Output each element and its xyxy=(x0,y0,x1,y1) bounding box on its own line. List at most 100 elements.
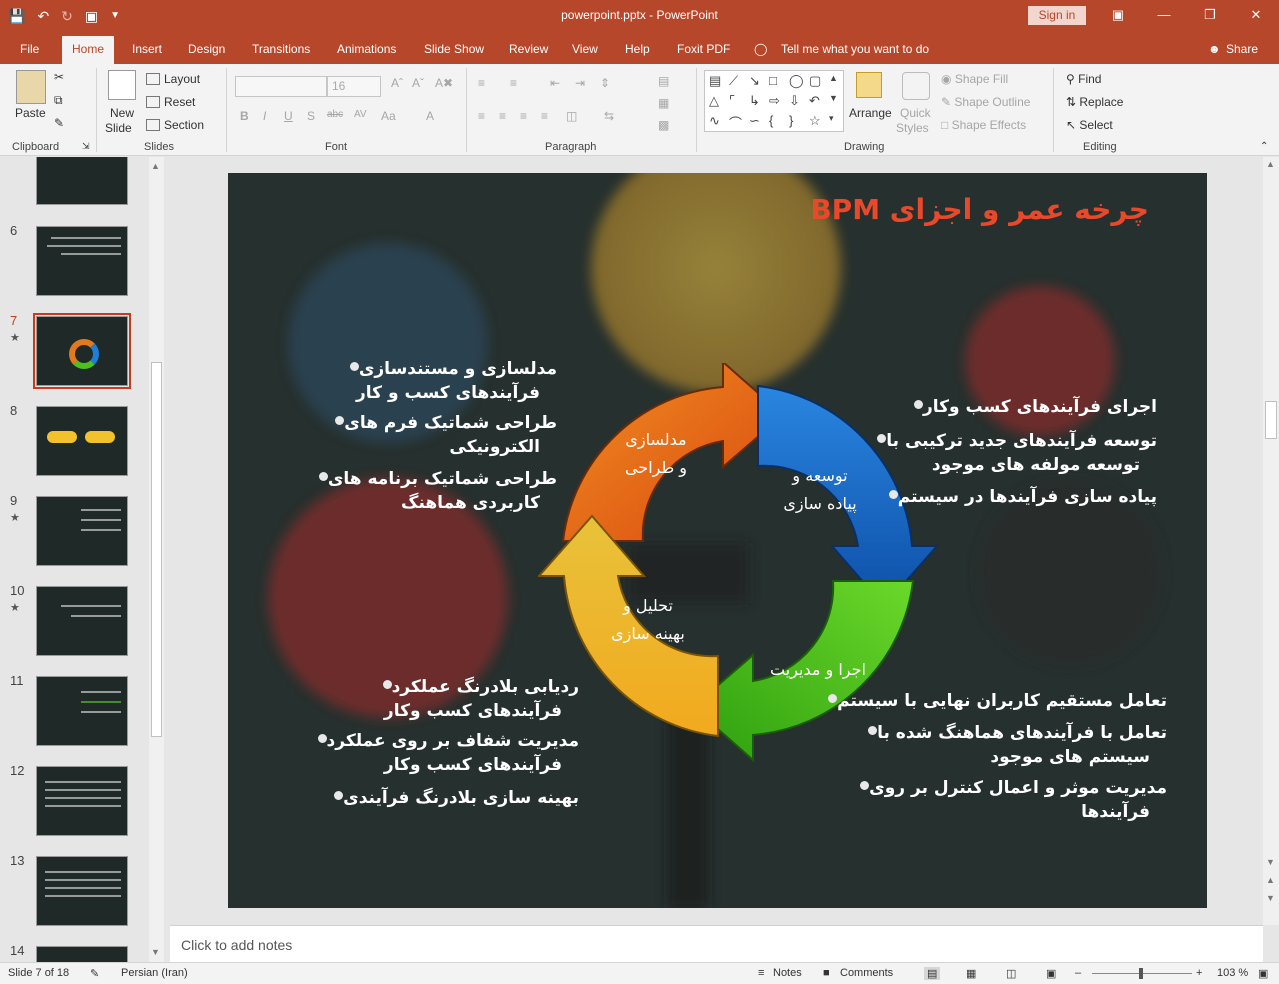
clipboard-launcher-icon[interactable]: ⇲ xyxy=(82,141,90,152)
bullet-item[interactable]: پیاده سازی فرآیندها در سیستم xyxy=(881,485,1157,509)
arrow-line-shape-icon[interactable]: ↘ xyxy=(749,73,760,89)
change-case-icon[interactable]: Aa xyxy=(381,109,396,123)
tab-slide-show[interactable]: Slide Show xyxy=(424,42,484,56)
gallery-scroll-up-icon[interactable]: ▲ xyxy=(829,73,838,83)
align-left-icon[interactable]: ≡ xyxy=(478,109,485,123)
ribbon-display-options-icon[interactable]: ▣ xyxy=(1095,0,1141,30)
bullet-item[interactable]: مدیریت شفاف بر روی عملکرد فرآیندهای کسب … xyxy=(310,729,579,777)
triangle-shape-icon[interactable]: △ xyxy=(709,93,719,109)
zoom-slider-thumb[interactable] xyxy=(1139,968,1143,979)
convert-smartart-icon[interactable]: ▩ xyxy=(658,118,669,132)
freeform-shape-icon[interactable]: ∿ xyxy=(709,113,720,129)
scroll-thumb[interactable] xyxy=(1265,401,1277,439)
numbering-icon[interactable]: ≡ xyxy=(510,76,517,90)
gallery-more-icon[interactable]: ▾ xyxy=(829,113,834,124)
align-center-icon[interactable]: ≡ xyxy=(499,109,506,123)
elbow-connector-icon[interactable]: ⌜ xyxy=(729,93,735,109)
line-spacing-icon[interactable]: ⇕ xyxy=(600,76,610,90)
paste-icon[interactable] xyxy=(16,70,46,104)
previous-slide-icon[interactable]: ▲ xyxy=(1266,875,1275,885)
down-arrow-shape-icon[interactable]: ⇩ xyxy=(789,93,800,109)
italic-icon[interactable]: I xyxy=(263,109,266,123)
copy-icon[interactable]: ⧉ xyxy=(54,93,63,108)
language-indicator[interactable]: Persian (Iran) xyxy=(121,967,188,979)
next-slide-icon[interactable]: ▼ xyxy=(1266,893,1275,903)
slide-thumbnail-12[interactable] xyxy=(36,766,128,836)
tab-design[interactable]: Design xyxy=(188,42,225,56)
shapes-gallery[interactable]: ▤ ⟋ ↘ □ ◯ ▢ △ ⌜ ↳ ⇨ ⇩ ↶ ∿ ⌒ ∽ { } ☆ ▲ ▼ … xyxy=(704,70,844,132)
shape-effects-button[interactable]: □ Shape Effects xyxy=(941,118,1026,132)
notes-pane[interactable]: Click to add notes xyxy=(170,925,1263,962)
reset-button[interactable]: Reset xyxy=(146,95,195,109)
find-button[interactable]: ⚲ Find xyxy=(1066,72,1101,86)
decrease-font-icon[interactable]: Aˇ xyxy=(412,76,424,90)
spelling-icon[interactable]: ✎ xyxy=(90,967,99,980)
current-slide[interactable]: چرخه عمر و اجزای BPM مدلسازی و طراحی توس… xyxy=(228,173,1207,908)
replace-button[interactable]: ⇅ Replace xyxy=(1066,95,1123,109)
justify-icon[interactable]: ≡ xyxy=(541,109,548,123)
slide-thumbnail-6[interactable] xyxy=(36,226,128,296)
bullets-icon[interactable]: ≡ xyxy=(478,76,485,90)
columns-icon[interactable]: ◫ xyxy=(566,109,577,123)
bullet-item[interactable]: تعامل با فرآیندهای هماهنگ شده با سیستم ه… xyxy=(860,721,1167,769)
decrease-indent-icon[interactable]: ⇤ xyxy=(550,76,560,90)
bold-icon[interactable]: B xyxy=(240,109,249,123)
quick-styles-icon[interactable] xyxy=(902,72,930,100)
text-box-shape-icon[interactable]: ▤ xyxy=(709,73,721,89)
bullet-item[interactable]: بهینه سازی بلادرنگ فرآیندی xyxy=(326,786,579,810)
bullet-item[interactable]: طراحی شماتیک برنامه های کاربردی هماهنگ xyxy=(311,467,557,515)
paste-button[interactable]: Paste xyxy=(15,106,46,120)
tab-file[interactable]: File xyxy=(20,42,39,56)
elbow-arrow-icon[interactable]: ↳ xyxy=(749,93,760,109)
clear-formatting-icon[interactable]: A✖ xyxy=(435,76,453,90)
new-slide-button[interactable]: New xyxy=(110,106,134,120)
tab-animations[interactable]: Animations xyxy=(337,42,396,56)
right-brace-shape-icon[interactable]: } xyxy=(789,113,793,128)
zoom-out-icon[interactable]: – xyxy=(1075,967,1081,979)
star-shape-icon[interactable]: ☆ xyxy=(809,113,821,129)
gallery-scroll-down-icon[interactable]: ▼ xyxy=(829,93,838,103)
shape-fill-button[interactable]: ◉ Shape Fill xyxy=(941,72,1008,86)
sign-in-button[interactable]: Sign in xyxy=(1028,6,1086,25)
scroll-thumb[interactable] xyxy=(151,362,162,737)
scroll-up-icon[interactable]: ▲ xyxy=(1266,159,1275,169)
scroll-up-icon[interactable]: ▲ xyxy=(151,161,160,171)
comments-toggle[interactable]: Comments xyxy=(840,967,893,979)
character-spacing-icon[interactable]: AV xyxy=(354,109,367,120)
share-button[interactable]: Share xyxy=(1226,42,1258,56)
reading-view-icon[interactable]: ◫ xyxy=(1006,967,1016,980)
thumbnail-scrollbar[interactable]: ▲ ▼ xyxy=(149,157,164,962)
new-slide-button-line2[interactable]: Slide xyxy=(105,121,132,135)
layout-button[interactable]: Layout xyxy=(146,72,200,86)
tell-me-search[interactable]: Tell me what you want to do xyxy=(781,42,929,56)
bullet-item[interactable]: طراحی شماتیک فرم های الکترونیکی xyxy=(327,411,557,459)
left-brace-shape-icon[interactable]: { xyxy=(769,113,773,128)
slide-thumbnail-5[interactable] xyxy=(36,157,128,205)
bullet-item[interactable]: مدلسازی و مستندسازی فرآیندهای کسب و کار xyxy=(342,357,557,405)
line-shape-icon[interactable]: ⟋ xyxy=(729,73,738,89)
slide-thumbnail-9[interactable] xyxy=(36,496,128,566)
scroll-down-icon[interactable]: ▼ xyxy=(1266,857,1275,867)
bullet-item[interactable]: توسعه فرآیندهای جدید ترکیبی با توسعه مول… xyxy=(869,429,1157,477)
format-painter-icon[interactable]: ✎ xyxy=(54,116,64,130)
maximize-button[interactable]: ❐ xyxy=(1187,0,1233,30)
curve-shape-icon[interactable]: ∽ xyxy=(749,113,760,129)
slide-thumbnail-13[interactable] xyxy=(36,856,128,926)
new-slide-icon[interactable] xyxy=(108,70,136,100)
bullet-item[interactable]: مدیریت موثر و اعمال کنترل بر روی فرآینده… xyxy=(852,776,1167,824)
quick-styles-button[interactable]: Quick xyxy=(900,106,931,120)
tab-home[interactable]: Home xyxy=(62,36,115,64)
slide-thumbnail-8[interactable] xyxy=(36,406,128,476)
zoom-level[interactable]: 103 % xyxy=(1217,967,1248,979)
slide-thumbnail-11[interactable] xyxy=(36,676,128,746)
tab-transitions[interactable]: Transitions xyxy=(252,42,310,56)
curved-shape-icon[interactable]: ↶ xyxy=(809,93,820,109)
close-button[interactable]: ✕ xyxy=(1233,0,1279,30)
tab-help[interactable]: Help xyxy=(625,42,650,56)
quick-styles-button-line2[interactable]: Styles xyxy=(896,121,929,135)
align-text-icon[interactable]: ▤ xyxy=(658,74,669,88)
slide-scrollbar[interactable]: ▲ ▼ ▲ ▼ xyxy=(1263,157,1279,925)
rounded-rect-shape-icon[interactable]: ▢ xyxy=(809,73,821,89)
shadow-icon[interactable]: S xyxy=(307,109,315,123)
bullet-item[interactable]: ردیابی بلادرنگ عملکرد فرآیندهای کسب وکار xyxy=(375,675,579,723)
